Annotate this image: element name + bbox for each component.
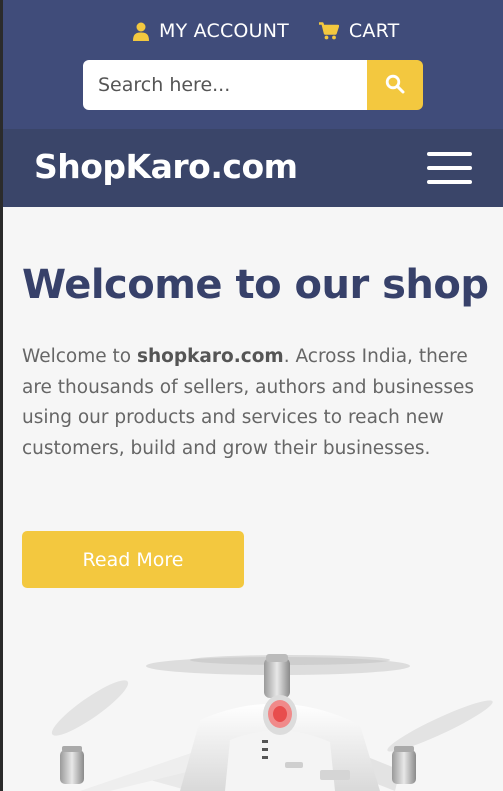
hero-text-bold: shopkaro.com <box>136 346 284 367</box>
hero-description: Welcome to shopkaro.com. Across India, t… <box>22 342 492 464</box>
hamburger-line <box>427 166 472 170</box>
hero-text-prefix: Welcome to <box>22 346 137 367</box>
drone-image <box>0 630 503 791</box>
nav-bar: ShopKaro.com <box>0 129 503 207</box>
read-more-button[interactable]: Read More <box>22 531 244 588</box>
cart-icon <box>318 22 339 40</box>
hero-title: Welcome to our shop <box>22 262 489 308</box>
search-icon <box>385 74 405 97</box>
hamburger-menu-icon[interactable] <box>427 152 472 184</box>
my-account-label: MY ACCOUNT <box>159 20 289 42</box>
top-links: MY ACCOUNT CART <box>133 20 399 42</box>
search-bar <box>83 60 423 110</box>
hamburger-line <box>427 152 472 156</box>
search-button[interactable] <box>367 60 423 110</box>
cart-link[interactable]: CART <box>318 20 400 42</box>
hamburger-line <box>427 180 472 184</box>
cart-label: CART <box>348 20 400 42</box>
search-input[interactable] <box>83 60 367 110</box>
my-account-link[interactable]: MY ACCOUNT <box>133 20 289 42</box>
user-icon <box>133 22 149 41</box>
brand-logo[interactable]: ShopKaro.com <box>34 147 298 186</box>
page: MY ACCOUNT CART Search here... ShopKaro.… <box>0 0 503 791</box>
top-bar: MY ACCOUNT CART <box>0 0 503 129</box>
left-edge-strip <box>0 0 3 791</box>
